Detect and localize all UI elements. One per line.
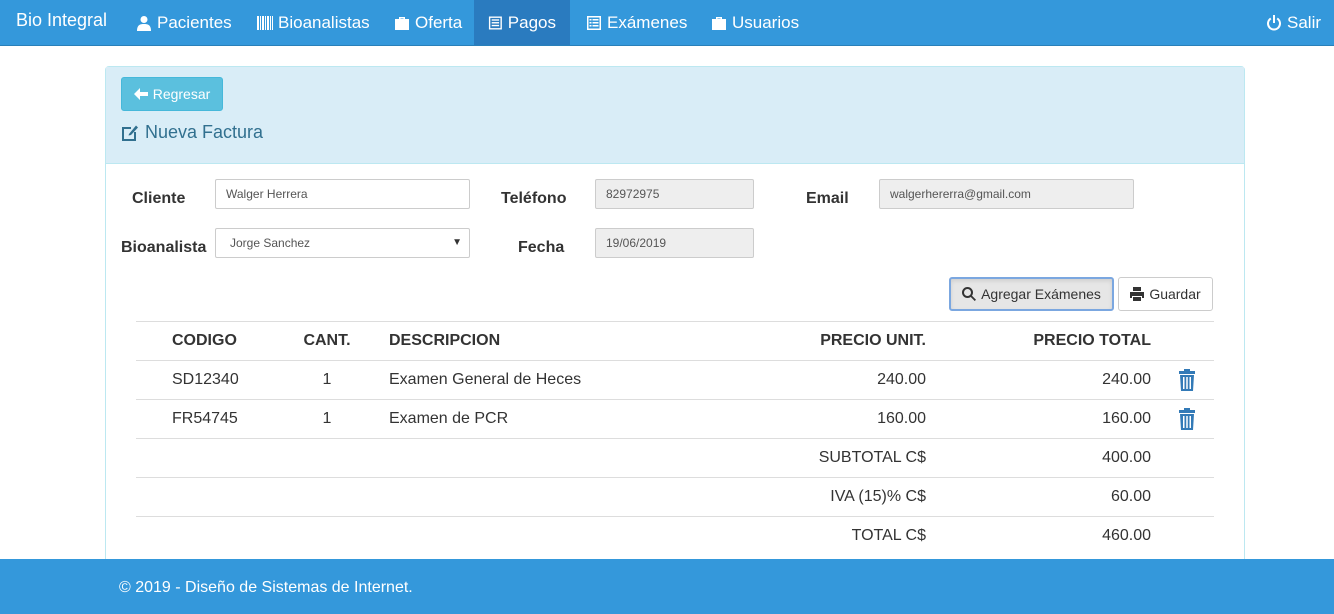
table-row: FR54745 1 Examen de PCR 160.00 160.00 [136,399,1214,438]
panel-heading: Regresar Nueva Factura [106,67,1244,164]
nav-label: Pacientes [157,13,232,32]
tax-value: 60.00 [1110,488,1151,505]
back-button-label: Regresar [152,86,211,102]
header-code: CODIGO [172,332,237,349]
row-desc: Examen de PCR [389,410,509,427]
add-exams-button[interactable]: Agregar Exámenes [949,277,1114,311]
header-unit-price: PRECIO UNIT. [820,332,926,349]
total-label: TOTAL C$ [851,527,926,544]
row-qty-text: 1 [322,371,332,388]
barcode-icon [257,15,273,30]
row-unit-price: 240.00 [877,371,926,388]
header-qty-text: CANT. [303,332,351,349]
table-header-row: CODIGO CANT. DESCRIPCION PRECIO UNIT. PR… [136,321,1214,360]
row-total-price: 240.00 [1102,371,1151,388]
list-alt-icon [488,16,502,29]
email-label: Email [806,190,849,207]
add-exams-label: Agregar Exámenes [981,286,1101,302]
cliente-label: Cliente [132,190,186,207]
logout-link[interactable]: Salir [1252,0,1334,45]
row-desc: Examen General de Heces [389,371,582,388]
print-icon [1130,287,1145,301]
save-button[interactable]: Guardar [1118,277,1213,311]
briefcase-icon [395,16,409,30]
nav-label: Oferta [415,13,463,32]
footer-text: © 2019 - Diseño de Sistemas de Internet. [119,579,413,596]
trash-icon [1179,408,1195,430]
search-icon [962,287,977,301]
nav-item-pagos[interactable]: Pagos [474,0,570,45]
footer: © 2019 - Diseño de Sistemas de Internet. [0,559,1334,614]
bioanalista-selected: Jorge Sanchez [230,236,311,250]
user-icon [137,15,151,31]
invoice-table: CODIGO CANT. DESCRIPCION PRECIO UNIT. PR… [136,321,1214,555]
subtotal-label: SUBTOTAL C$ [818,449,926,466]
row-unit-price: 160.00 [877,410,926,427]
subtotal-value: 400.00 [1102,449,1151,466]
row-code: SD12340 [172,371,239,388]
cliente-input[interactable]: Walger Herrera [215,179,470,209]
total-row: TOTAL C$ 460.00 [136,516,1214,555]
caret-down-icon: ▼ [452,237,462,248]
nav-item-bioanalistas[interactable]: Bioanalistas [243,0,384,45]
edit-icon [122,125,138,141]
nav-label: Usuarios [732,13,800,32]
row-total-price: 160.00 [1102,410,1151,427]
fecha-input[interactable]: 19/06/2019 [595,228,754,258]
nav-item-usuarios[interactable]: Usuarios [697,0,813,45]
telefono-input[interactable]: 82972975 [595,179,754,209]
back-button[interactable]: Regresar [121,77,223,111]
tax-label: IVA (15)% C$ [830,488,926,505]
nav-item-oferta[interactable]: Oferta [380,0,476,45]
list-icon [587,15,601,30]
nav-label: Bioanalistas [278,13,370,32]
row-code: FR54745 [172,410,238,427]
row-qty-text: 1 [322,410,332,427]
delete-row-button[interactable] [1178,407,1196,430]
page-title-text: Nueva Factura [145,122,264,142]
nav-item-examenes[interactable]: Exámenes [572,0,701,45]
telefono-label: Teléfono [501,190,567,207]
navbar: Bio Integral Pacientes Bioanalistas Ofer… [0,0,1334,46]
total-value: 460.00 [1102,527,1151,544]
save-label: Guardar [1149,286,1201,302]
nav-item-pacientes[interactable]: Pacientes [122,0,246,45]
logout-label: Salir [1287,13,1322,32]
table-row: SD12340 1 Examen General de Heces 240.00… [136,360,1214,399]
subtotal-row: SUBTOTAL C$ 400.00 [136,438,1214,477]
tax-row: IVA (15)% C$ 60.00 [136,477,1214,516]
page-title: Nueva Factura [121,122,263,143]
arrow-left-icon [133,88,148,100]
nav-label: Pagos [507,13,556,32]
bioanalista-label: Bioanalista [121,239,207,256]
fecha-label: Fecha [518,239,565,256]
briefcase-icon [712,16,726,30]
header-total-price: PRECIO TOTAL [1033,332,1151,349]
trash-icon [1179,369,1195,391]
header-desc: DESCRIPCION [389,332,501,349]
delete-row-button[interactable] [1178,368,1196,391]
bioanalista-select[interactable]: Jorge Sanchez ▼ [215,228,470,258]
email-input[interactable]: walgerhererra@gmail.com [879,179,1134,209]
brand[interactable]: Bio Integral [16,10,107,31]
power-icon [1267,14,1281,30]
nav-label: Exámenes [607,13,688,32]
